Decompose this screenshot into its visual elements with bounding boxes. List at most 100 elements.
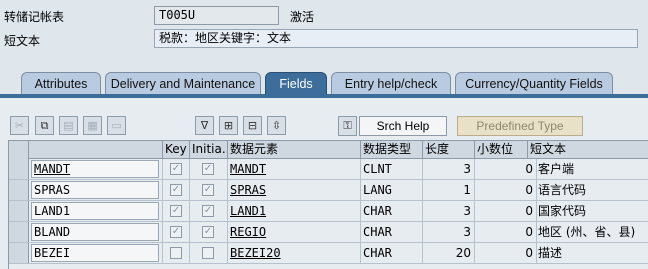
key-cell: ✓ (163, 180, 190, 200)
key-checkbox[interactable]: ✓ (170, 226, 182, 238)
key-checkbox[interactable]: ✓ (170, 163, 182, 175)
init-cell: ✓ (190, 222, 228, 242)
decimals: 0 (475, 243, 537, 263)
cut-icon[interactable]: ✂ (10, 116, 29, 135)
table-header: Key Initia... 数据元素 数据类型 长度 小数位 短文本 (9, 141, 648, 159)
key-cell: ✓ (163, 159, 190, 179)
key-checkbox[interactable] (170, 247, 182, 259)
search-help-icon[interactable]: ⚿ (338, 116, 357, 136)
field-cell[interactable]: MANDT (29, 159, 163, 179)
decimals: 0 (475, 201, 537, 221)
data-type: CLNT (361, 159, 423, 179)
data-type: CHAR (361, 201, 423, 221)
data-type: CHAR (361, 243, 423, 263)
init-cell (190, 243, 228, 263)
element-cell[interactable]: LAND1 (228, 201, 361, 221)
element-cell[interactable]: BEZEI20 (228, 243, 361, 263)
field-cell[interactable]: BEZEI (29, 243, 163, 263)
field-name[interactable]: SPRAS (31, 181, 159, 199)
key-cell (163, 243, 190, 263)
table-name-label: 转储记帐表 (4, 10, 65, 24)
field-name[interactable]: BLAND (31, 223, 159, 241)
predefined-type-button[interactable]: Predefined Type (457, 116, 583, 136)
row-selector[interactable] (9, 180, 29, 200)
short-text: 地区 (州、省、县) (538, 225, 636, 239)
srch-help-button[interactable]: Srch Help (359, 116, 447, 136)
row-selector[interactable] (9, 243, 29, 263)
select-all-cell[interactable] (9, 141, 29, 159)
table-row: BEZEI BEZEI20 CHAR 20 0 描述 (9, 243, 648, 264)
tab-entry-help[interactable]: Entry help/check (331, 72, 451, 95)
col-initial[interactable]: Initia... (190, 141, 228, 159)
initial-checkbox[interactable] (202, 247, 214, 259)
init-cell: ✓ (190, 159, 228, 179)
col-key[interactable]: Key (163, 141, 190, 159)
status-text: 激活 (290, 10, 315, 24)
data-element[interactable]: REGIO (228, 225, 266, 239)
col-data-element[interactable]: 数据元素 (228, 141, 361, 159)
table-row: SPRAS ✓ ✓ SPRAS LANG 1 0 语言代码 (9, 180, 648, 201)
initial-checkbox[interactable]: ✓ (202, 205, 214, 217)
length: 3 (423, 222, 475, 242)
delete-row-icon[interactable]: ▭ (107, 116, 126, 135)
table-name-row: 转储记帐表 T005U 激活 (0, 4, 648, 26)
filter-icon[interactable]: ∇ (195, 116, 214, 135)
decimals: 0 (475, 159, 537, 179)
short-text-label: 短文本 (4, 34, 41, 48)
initial-checkbox[interactable]: ✓ (202, 163, 214, 175)
key-checkbox[interactable]: ✓ (170, 205, 182, 217)
length: 1 (423, 180, 475, 200)
length: 3 (423, 201, 475, 221)
insert-row-icon[interactable]: ▦ (83, 116, 102, 135)
col-decimals[interactable]: 小数位 (475, 141, 528, 159)
data-type: CHAR (361, 222, 423, 242)
tab-attributes[interactable]: Attributes (21, 72, 101, 95)
col-short-text[interactable]: 短文本 (528, 141, 648, 159)
structure-icon[interactable]: ⊟ (243, 116, 262, 135)
element-cell[interactable]: MANDT (228, 159, 361, 179)
data-type: LANG (361, 180, 423, 200)
copy-icon[interactable]: ⧉ (35, 116, 54, 135)
tab-fields[interactable]: Fields (265, 72, 327, 95)
data-element[interactable]: MANDT (228, 162, 266, 176)
tab-currency-quantity[interactable]: Currency/Quantity Fields (455, 72, 613, 95)
paste-icon[interactable]: ▤ (59, 116, 78, 135)
decimals: 0 (475, 180, 537, 200)
data-element[interactable]: LAND1 (228, 204, 266, 218)
table-name-field[interactable]: T005U (154, 6, 279, 25)
field-cell[interactable]: SPRAS (29, 180, 163, 200)
sort-icon[interactable]: ⇳ (267, 116, 286, 135)
col-length[interactable]: 长度 (423, 141, 475, 159)
tab-delivery-maintenance[interactable]: Delivery and Maintenance (105, 72, 261, 95)
fields-table: Key Initia... 数据元素 数据类型 长度 小数位 短文本 MANDT… (8, 140, 648, 269)
key-checkbox[interactable]: ✓ (170, 184, 182, 196)
row-selector[interactable] (9, 201, 29, 221)
data-element[interactable]: SPRAS (228, 183, 266, 197)
field-name[interactable]: MANDT (31, 160, 159, 178)
table-row: LAND1 ✓ ✓ LAND1 CHAR 3 0 国家代码 (9, 201, 648, 222)
initial-checkbox[interactable]: ✓ (202, 226, 214, 238)
short-text: 语言代码 (538, 183, 587, 197)
decimals: 0 (475, 222, 537, 242)
row-selector[interactable] (9, 159, 29, 179)
key-cell: ✓ (163, 222, 190, 242)
short-text: 客户端 (538, 162, 575, 176)
col-data-type[interactable]: 数据类型 (361, 141, 423, 159)
field-name[interactable]: LAND1 (31, 202, 159, 220)
data-element[interactable]: BEZEI20 (228, 246, 281, 260)
element-cell[interactable]: SPRAS (228, 180, 361, 200)
short-text: 国家代码 (538, 204, 587, 218)
short-text-field[interactable]: 税款：地区关键字：文本 (154, 29, 638, 48)
insert-block-icon[interactable]: ⊞ (219, 116, 238, 135)
field-name[interactable]: BEZEI (31, 244, 159, 262)
key-cell: ✓ (163, 201, 190, 221)
field-cell[interactable]: BLAND (29, 222, 163, 242)
initial-checkbox[interactable]: ✓ (202, 184, 214, 196)
table-row: BLAND ✓ ✓ REGIO CHAR 3 0 地区 (州、省、县) (9, 222, 648, 243)
element-cell[interactable]: REGIO (228, 222, 361, 242)
col-field (29, 141, 163, 159)
field-cell[interactable]: LAND1 (29, 201, 163, 221)
row-selector[interactable] (9, 222, 29, 242)
short-text-row: 短文本 税款：地区关键字：文本 (0, 28, 648, 50)
init-cell: ✓ (190, 180, 228, 200)
